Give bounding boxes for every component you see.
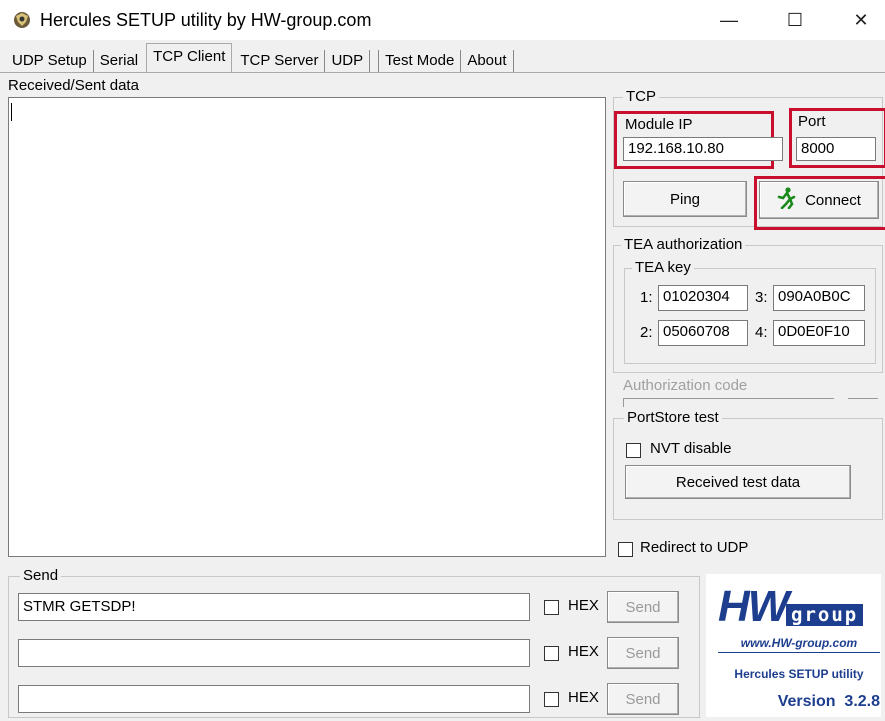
tea-group-label: TEA authorization <box>621 237 746 253</box>
tea-key-4-input[interactable]: 0D0E0F10 <box>773 320 865 346</box>
send-input-1[interactable]: STMR GETSDP! <box>18 593 530 621</box>
portstore-group-label: PortStore test <box>624 410 722 426</box>
received-data-area[interactable] <box>8 97 606 557</box>
tab-test-mode[interactable]: Test Mode <box>378 50 462 72</box>
tea-key-label: TEA key <box>632 260 694 276</box>
send-button-2[interactable]: Send <box>607 637 679 669</box>
minimize-button[interactable]: — <box>705 0 753 40</box>
tea-key-2-input[interactable]: 05060708 <box>658 320 748 346</box>
logo-version: Version 3.2.8 <box>777 693 880 710</box>
connect-label: Connect <box>805 191 861 209</box>
tea-key-1-input[interactable]: 01020304 <box>658 285 748 311</box>
close-button[interactable]: ✕ <box>837 0 885 40</box>
tab-about[interactable]: About <box>461 50 514 72</box>
tea-key-4-label: 4: <box>755 324 768 341</box>
maximize-button[interactable]: ☐ <box>771 0 819 40</box>
hex-checkbox-1[interactable] <box>544 600 559 615</box>
hercules-app-icon <box>12 10 32 30</box>
tcp-group-label: TCP <box>623 89 659 105</box>
logo-product: Hercules SETUP utility <box>734 667 864 681</box>
nvt-disable-checkbox[interactable] <box>626 443 641 458</box>
tab-udp-setup[interactable]: UDP Setup <box>6 50 94 72</box>
authorization-code-input[interactable] <box>623 398 834 407</box>
ping-button[interactable]: Ping <box>623 181 747 217</box>
send-button-1[interactable]: Send <box>607 591 679 623</box>
text-caret <box>11 103 12 121</box>
tab-bar: UDP Setup Serial TCP Client TCP Server U… <box>6 43 514 72</box>
hex-label-1: HEX <box>568 597 599 614</box>
tab-divider <box>0 72 885 73</box>
module-ip-input[interactable]: 192.168.10.80 <box>623 137 783 161</box>
logo-url: www.HW-group.com <box>740 636 858 650</box>
logo-group: group <box>786 604 864 626</box>
port-input[interactable]: 8000 <box>796 137 876 161</box>
connect-icon <box>777 187 797 213</box>
logo-divider <box>718 652 880 653</box>
tab-udp[interactable]: UDP <box>325 50 371 72</box>
logo-brand: HW <box>718 582 789 631</box>
hex-label-3: HEX <box>568 689 599 706</box>
tab-serial[interactable]: Serial <box>94 50 144 72</box>
received-test-data-button[interactable]: Received test data <box>625 465 851 499</box>
tab-tcp-client[interactable]: TCP Client <box>146 43 233 72</box>
send-group-label: Send <box>20 568 62 584</box>
port-label: Port <box>798 113 826 130</box>
window-title: Hercules SETUP utility by HW-group.com <box>40 10 372 30</box>
hex-checkbox-2[interactable] <box>544 646 559 661</box>
connect-button[interactable]: Connect <box>759 181 879 219</box>
nvt-disable-label: NVT disable <box>650 440 732 457</box>
send-input-2[interactable] <box>18 639 530 667</box>
tea-key-3-input[interactable]: 090A0B0C <box>773 285 865 311</box>
authorization-code-label: Authorization code <box>623 377 748 394</box>
hex-label-2: HEX <box>568 643 599 660</box>
tab-tcp-server[interactable]: TCP Server <box>234 50 326 72</box>
send-input-3[interactable] <box>18 685 530 713</box>
redirect-udp-checkbox[interactable] <box>618 542 633 557</box>
hex-checkbox-3[interactable] <box>544 692 559 707</box>
tea-key-1-label: 1: <box>640 289 653 306</box>
tea-key-group <box>624 268 876 364</box>
tea-key-2-label: 2: <box>640 324 653 341</box>
send-button-3[interactable]: Send <box>607 683 679 715</box>
tea-key-3-label: 3: <box>755 289 768 306</box>
redirect-udp-label: Redirect to UDP <box>640 539 749 556</box>
module-ip-label: Module IP <box>625 116 693 133</box>
authorization-code-button[interactable] <box>848 398 878 407</box>
received-data-label: Received/Sent data <box>8 77 139 94</box>
